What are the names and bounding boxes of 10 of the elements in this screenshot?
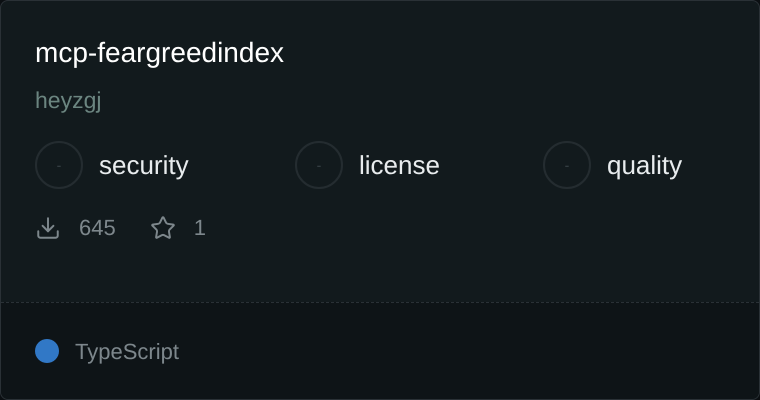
download-count: 645 [79,214,116,242]
package-title[interactable]: mcp-feargreedindex [35,35,725,71]
star-count: 1 [194,214,206,242]
badge-label: license [359,148,440,182]
language-name: TypeScript [75,338,179,366]
download-icon [35,214,61,240]
star-icon [150,214,176,240]
badge-label: quality [607,148,682,182]
author-name[interactable]: heyzgj [35,85,725,115]
badge-label: security [99,148,189,182]
